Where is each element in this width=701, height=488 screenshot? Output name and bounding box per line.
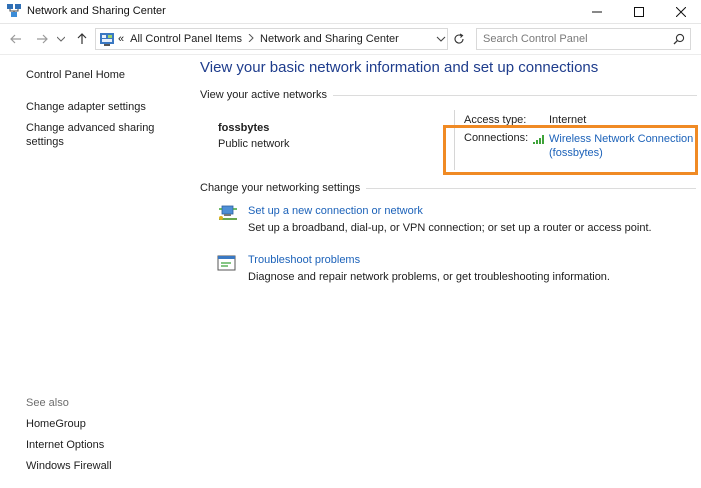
- network-center-icon: [7, 4, 21, 17]
- arrow-up-icon: [77, 33, 87, 44]
- network-category[interactable]: Public network: [218, 138, 290, 150]
- search-box[interactable]: [476, 28, 691, 50]
- maximize-icon: [634, 7, 644, 17]
- maximize-button[interactable]: [617, 0, 661, 24]
- recent-locations-button[interactable]: [56, 31, 66, 47]
- access-type-label: Access type:: [464, 114, 527, 126]
- main-content: View your basic network information and …: [190, 56, 701, 488]
- vertical-divider: [454, 110, 455, 170]
- address-row: « All Control Panel Items Network and Sh…: [0, 24, 701, 55]
- setup-connection-link[interactable]: Set up a new connection or network: [248, 205, 423, 217]
- internet-options-link[interactable]: Internet Options: [26, 438, 176, 452]
- forward-button[interactable]: [34, 31, 50, 47]
- homegroup-link[interactable]: HomeGroup: [26, 417, 176, 431]
- troubleshoot-link[interactable]: Troubleshoot problems: [248, 254, 360, 266]
- back-button[interactable]: [8, 31, 24, 47]
- section-divider: [366, 187, 697, 189]
- page-title: View your basic network information and …: [200, 59, 599, 76]
- refresh-button[interactable]: [450, 28, 468, 50]
- connections-label: Connections:: [464, 132, 529, 144]
- refresh-icon: [454, 33, 464, 44]
- breadcrumb-overflow[interactable]: «: [118, 33, 124, 45]
- chevron-right-icon[interactable]: [248, 33, 254, 45]
- chevron-down-icon: [57, 36, 65, 42]
- setup-connection-desc: Set up a broadband, dial-up, or VPN conn…: [248, 222, 652, 234]
- new-connection-icon: [219, 205, 237, 220]
- breadcrumb-network-center[interactable]: Network and Sharing Center: [260, 33, 399, 45]
- chevron-down-icon[interactable]: [436, 34, 446, 44]
- troubleshoot-desc: Diagnose and repair network problems, or…: [248, 271, 610, 283]
- minimize-button[interactable]: [575, 0, 619, 24]
- arrow-right-icon: [37, 34, 48, 44]
- close-icon: [676, 7, 686, 17]
- minimize-icon: [592, 11, 602, 13]
- search-input[interactable]: [483, 32, 663, 46]
- section-divider: [332, 94, 697, 96]
- address-bar[interactable]: « All Control Panel Items Network and Sh…: [95, 28, 448, 50]
- breadcrumb: « All Control Panel Items Network and Sh…: [118, 33, 399, 45]
- access-type-value: Internet: [549, 114, 587, 126]
- network-name: fossbytes: [218, 122, 270, 134]
- see-also-label: See also: [26, 397, 69, 409]
- control-panel-icon: [100, 33, 114, 46]
- change-adapter-settings-link[interactable]: Change adapter settings: [26, 100, 176, 114]
- title-bar: Network and Sharing Center: [0, 0, 701, 24]
- left-pane: Control Panel Home Change adapter settin…: [0, 56, 190, 488]
- window-title: Network and Sharing Center: [27, 5, 166, 17]
- active-networks-header: View your active networks: [200, 89, 697, 101]
- close-button[interactable]: [659, 0, 701, 24]
- change-settings-header-label: Change your networking settings: [200, 182, 361, 194]
- active-networks-header-label: View your active networks: [200, 89, 327, 101]
- control-panel-home-link[interactable]: Control Panel Home: [26, 68, 176, 82]
- wifi-signal-icon: [533, 135, 544, 144]
- troubleshoot-icon: [217, 255, 236, 271]
- up-button[interactable]: [74, 31, 90, 47]
- arrow-left-icon: [10, 34, 21, 44]
- windows-firewall-link[interactable]: Windows Firewall: [26, 459, 176, 473]
- wireless-connection-link[interactable]: Wireless Network Connection (fossbytes): [549, 132, 699, 160]
- change-settings-header: Change your networking settings: [200, 182, 697, 194]
- search-icon[interactable]: [673, 33, 685, 45]
- change-advanced-sharing-link[interactable]: Change advanced sharing settings: [26, 121, 161, 149]
- breadcrumb-all-items[interactable]: All Control Panel Items: [130, 33, 242, 45]
